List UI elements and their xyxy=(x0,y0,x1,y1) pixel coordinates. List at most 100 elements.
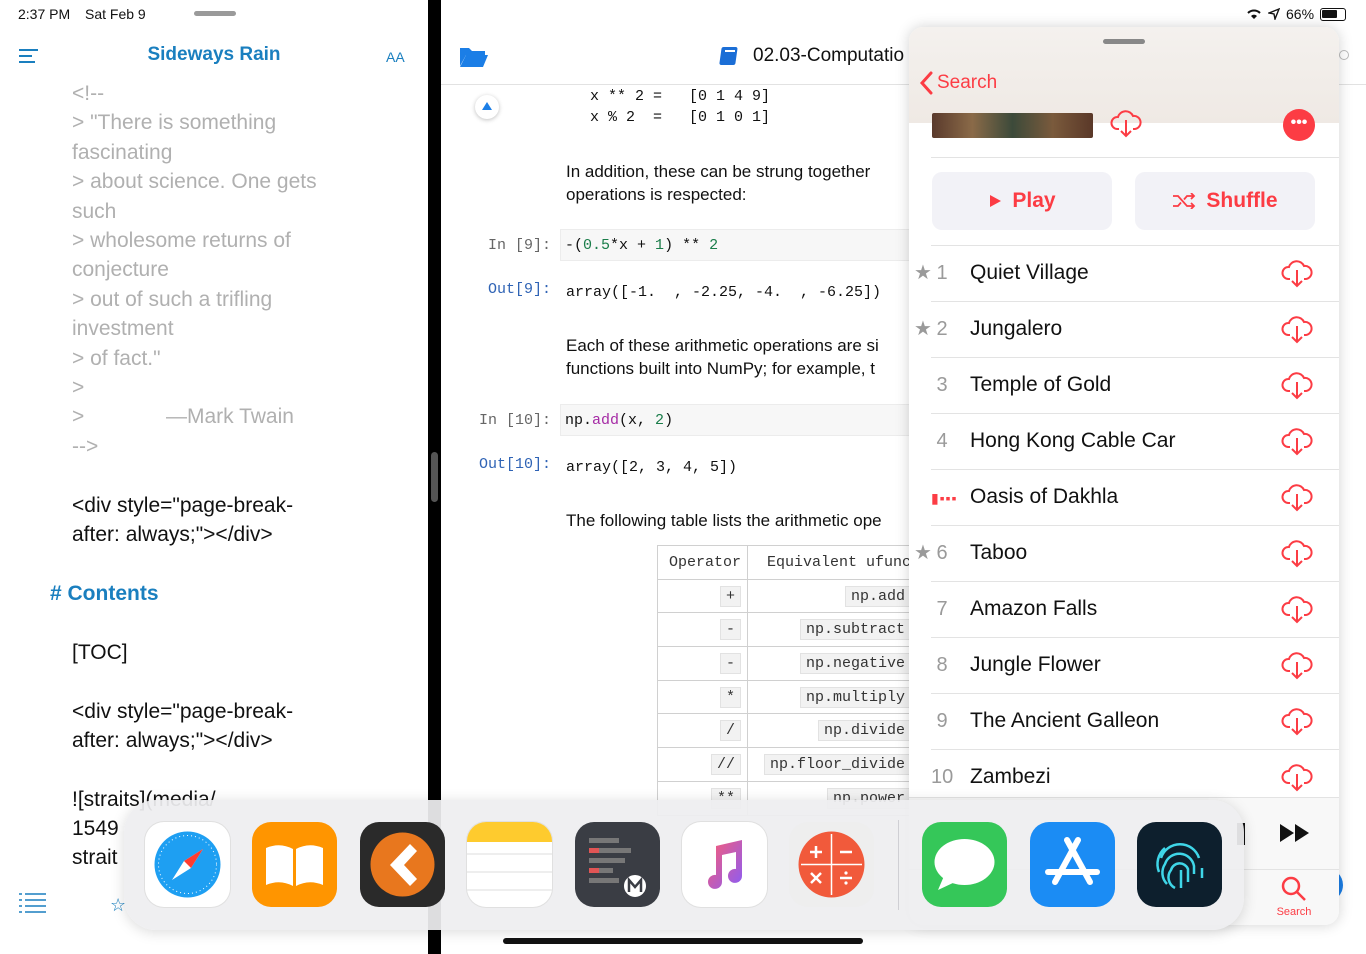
track-number: 7 xyxy=(936,598,948,620)
editor-line: > of fact." xyxy=(72,346,161,370)
calculator-icon[interactable] xyxy=(789,822,874,907)
track-row[interactable]: ★ 2 Jungalero xyxy=(909,302,1339,358)
table-cell-text: / xyxy=(719,720,741,742)
download-icon[interactable] xyxy=(1281,539,1313,569)
multitask-handle[interactable] xyxy=(194,11,236,16)
tab-search[interactable]: Search xyxy=(1269,875,1319,923)
code-token: (x, xyxy=(619,412,656,429)
editor-line: 1549 xyxy=(72,817,119,840)
play-button[interactable]: Play xyxy=(932,172,1112,230)
track-number: 6 xyxy=(936,542,948,564)
code-token: *x + xyxy=(610,237,656,254)
editor-line: > out of such a trifling xyxy=(72,287,273,311)
download-icon[interactable] xyxy=(1281,595,1313,625)
track-row[interactable]: ▮▪▪▪ Oasis of Dakhla xyxy=(909,470,1339,526)
track-row[interactable]: 9 The Ancient Galleon xyxy=(909,694,1339,750)
table-cell: np.subtract xyxy=(747,612,918,648)
app-store-icon[interactable] xyxy=(1030,822,1115,907)
messages-icon[interactable] xyxy=(922,822,1007,907)
shuffle-button[interactable]: Shuffle xyxy=(1135,172,1315,230)
editor-line: <!-- xyxy=(72,82,105,105)
shuffle-icon xyxy=(1173,193,1196,209)
table-row: + np.add xyxy=(657,578,918,614)
editor-line: after: always;"></div> xyxy=(72,729,273,752)
star-icon: ★ xyxy=(914,542,932,564)
track-row[interactable]: 3 Temple of Gold xyxy=(909,358,1339,414)
track-title: Zambezi xyxy=(970,765,1051,788)
download-album-icon[interactable] xyxy=(1110,109,1142,139)
document-title: Sideways Rain xyxy=(147,44,281,65)
track-row[interactable]: 4 Hong Kong Cable Car xyxy=(909,414,1339,470)
editor-line: > wholesome returns of xyxy=(72,229,291,252)
table-row: - np.negative xyxy=(657,646,918,681)
track-title: Hong Kong Cable Car xyxy=(970,429,1176,452)
outline-icon[interactable] xyxy=(18,892,48,914)
download-icon[interactable] xyxy=(1281,707,1313,737)
back-button[interactable]: Search xyxy=(919,71,997,95)
out-prompt: Out[9]: xyxy=(487,281,551,298)
download-icon[interactable] xyxy=(1281,315,1313,345)
fingerprint-icon[interactable] xyxy=(1137,822,1222,907)
notes-icon[interactable] xyxy=(467,822,552,907)
track-number: 3 xyxy=(936,374,948,396)
editor-line: > "There is something xyxy=(72,111,277,135)
table-cell: np.add xyxy=(747,578,918,614)
out-prompt: Out[10]: xyxy=(478,456,551,473)
download-icon[interactable] xyxy=(1281,483,1313,513)
scroll-top-button[interactable] xyxy=(475,95,499,119)
table-cell-text: - xyxy=(719,619,741,641)
track-number: 9 xyxy=(936,710,948,732)
more-options-icon[interactable]: ••• xyxy=(1283,109,1315,141)
track-row[interactable]: 8 Jungle Flower xyxy=(909,638,1339,694)
track-row[interactable]: 7 Amazon Falls xyxy=(909,582,1339,638)
code-token: ) ** xyxy=(664,237,710,254)
forward-icon[interactable] xyxy=(1279,823,1311,848)
markdown-text: functions built into NumPy; for example,… xyxy=(566,359,875,378)
download-icon[interactable] xyxy=(1281,763,1313,793)
table-row: - np.subtract xyxy=(657,612,918,648)
code-token: 1 xyxy=(655,237,665,254)
editor-line: strait xyxy=(72,846,118,869)
markdown-editor-icon[interactable] xyxy=(575,822,660,907)
table-row: * np.multiply xyxy=(657,679,918,715)
table-cell-text: // xyxy=(710,753,741,775)
download-icon[interactable] xyxy=(1281,427,1313,457)
font-size-button[interactable]: AA xyxy=(386,46,405,68)
track-title: Amazon Falls xyxy=(970,597,1098,620)
notebook-title: 02.03-Computatio xyxy=(753,45,905,66)
contents-heading: # Contents xyxy=(50,582,159,605)
track-title: Oasis of Dakhla xyxy=(970,485,1119,508)
font-size-label: AA xyxy=(386,49,405,65)
folder-icon[interactable] xyxy=(459,44,489,68)
download-icon[interactable] xyxy=(1281,651,1313,681)
code-token: 2 xyxy=(655,412,665,429)
track-title: The Ancient Galleon xyxy=(970,709,1160,732)
books-icon[interactable] xyxy=(252,822,337,907)
track-number: 8 xyxy=(936,654,948,676)
in-prompt: In [10]: xyxy=(478,412,551,429)
track-number: 10 xyxy=(931,766,954,788)
kernel-indicator xyxy=(1339,50,1349,60)
operator-table: Operator Equivalent ufunc + np.add - np.sub… xyxy=(657,545,918,816)
album-artwork[interactable] xyxy=(932,113,1093,138)
slideover-handle[interactable] xyxy=(1103,39,1145,44)
home-indicator[interactable] xyxy=(503,938,863,944)
track-number: 1 xyxy=(936,262,948,284)
music-icon[interactable] xyxy=(682,822,767,907)
track-row[interactable]: ★ 6 Taboo xyxy=(909,526,1339,582)
location-icon xyxy=(1268,8,1280,20)
table-cell: np.divide xyxy=(747,713,918,749)
table-cell: * xyxy=(657,679,748,715)
download-icon[interactable] xyxy=(1281,259,1313,289)
table-cell-text: + xyxy=(719,585,741,607)
download-icon[interactable] xyxy=(1281,371,1313,401)
split-handle[interactable] xyxy=(431,452,438,502)
separator xyxy=(931,157,1339,158)
pythonista-icon[interactable] xyxy=(360,822,445,907)
markdown-text: The following table lists the arithmetic… xyxy=(566,511,882,530)
safari-icon[interactable] xyxy=(145,822,230,907)
editor-line: > —Mark Twain xyxy=(72,405,294,429)
track-row[interactable]: ★ 1 Quiet Village xyxy=(909,246,1339,302)
output-text: x % 2 = [0 1 0 1] xyxy=(590,109,771,126)
tab-search-label: Search xyxy=(1276,906,1312,918)
